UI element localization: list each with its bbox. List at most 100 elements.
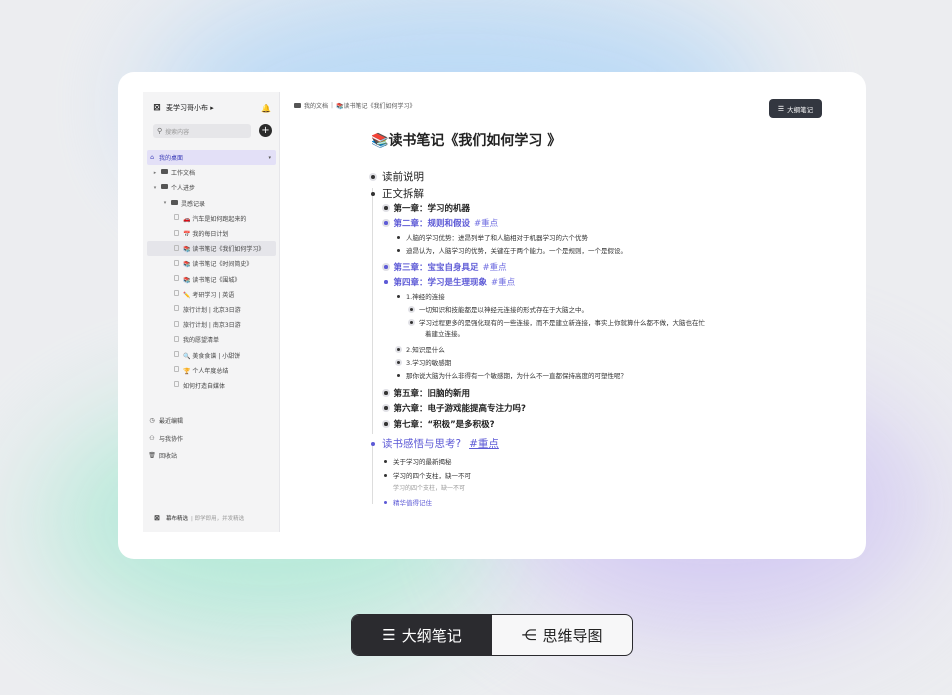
breadcrumb-current[interactable]: 📚读书笔记《我们如何学习》 [336, 101, 416, 110]
outline-node[interactable]: 正文拆解 [371, 186, 424, 201]
outline-node[interactable]: 第五章：旧脑的新用 [384, 387, 470, 399]
outline-node[interactable]: 第七章：“积极”是多积极? [384, 418, 495, 430]
document-icon [173, 381, 179, 388]
document-icon [173, 244, 179, 251]
outline-note: 学习的四个支柱，缺一不可 [393, 485, 466, 492]
document-icon [173, 229, 179, 236]
mindmap-icon: ⋲ [521, 626, 537, 644]
outline-node[interactable]: 第四章：学习是生理现象 #重点 [384, 276, 515, 288]
chevron-down-icon[interactable]: ▾ [268, 155, 271, 161]
outline-node[interactable]: 一切知识和技能都是以神经元连接的形式存在于大脑之中。 [410, 304, 588, 314]
outline-note-button[interactable]: ☰ 大纲笔记 [769, 99, 822, 118]
sidebar-item-doc[interactable]: ✏️ 考研学习 | 英语 [147, 287, 276, 302]
sidebar-item-doc[interactable]: 📚 读书笔记《时间简史》 [147, 256, 276, 271]
outline-node[interactable]: 迪昂认为，人脑学习的优势，关键在于两个能力。一个是规则，一个是假设。 [397, 245, 627, 255]
outline-node[interactable]: 第六章：电子游戏能提高专注力吗? [384, 402, 526, 414]
sidebar-item-work-docs[interactable]: ▸ 工作文档 [147, 165, 276, 180]
folder-icon [160, 184, 168, 190]
sidebar-item-collab[interactable]: ⚇ 与我协作 [147, 430, 276, 448]
clock-icon: ◷ [149, 417, 155, 425]
outline-node[interactable]: 人脑的学习优势：进昂列举了和人脑相对于机器学习的六个优势 [397, 232, 588, 242]
sidebar-item-doc[interactable]: 🔍 美食食谱 | 小甜饼 [147, 347, 276, 362]
outline-node-continued: 着建立连接。 [425, 330, 464, 338]
bullet-icon [384, 265, 388, 269]
bullet-icon [384, 422, 388, 426]
page-title: 📚读书笔记《我们如何学习 》 [371, 133, 562, 149]
outline-node[interactable]: 第二章：规则和假设 #重点 [384, 217, 498, 229]
chevron-down-icon[interactable]: ▾ [151, 185, 159, 191]
bullet-icon [371, 191, 375, 196]
document-icon [173, 366, 179, 373]
bell-icon[interactable]: 🔔 [261, 104, 271, 113]
bullet-icon [410, 307, 413, 311]
bullet-icon [384, 391, 388, 395]
tag-important: #重点 [482, 263, 507, 273]
sidebar-item-doc[interactable]: 旅行计划 | 北京3日游 [147, 302, 276, 317]
tab-outline[interactable]: ☰ 大纲笔记 [352, 615, 492, 655]
sidebar-item-recent[interactable]: ◷ 最近编辑 [147, 412, 276, 430]
outline-node[interactable]: 第一章：学习的机器 [384, 202, 470, 214]
document-icon [173, 305, 179, 312]
sidebar-item-doc[interactable]: 📚 读书笔记《围城》 [147, 272, 276, 287]
sidebar-item-doc[interactable]: 旅行计划 | 南京3日游 [147, 317, 276, 332]
outline-node[interactable]: 读前说明 [371, 169, 424, 184]
bullet-icon [384, 500, 387, 504]
sidebar-bottom-nav: ◷ 最近编辑 ⚇ 与我协作 🗑 回收站 [147, 412, 276, 465]
app-logo-icon: ⊠ [153, 103, 161, 113]
sidebar-item-doc-selected[interactable]: 📚 读书笔记《我们如何学习》 [147, 241, 276, 257]
sidebar-item-trash[interactable]: 🗑 回收站 [147, 447, 276, 465]
breadcrumb-root[interactable]: 我的文档 [304, 101, 328, 110]
outline-node[interactable]: 2.知识是什么 [397, 344, 445, 354]
file-tree: ⌂ 我的桌面 ▾ ▸ 工作文档 ▾ 个人进步 ▾ 灵感记录 🚗 汽车是如何跑起来… [147, 150, 276, 393]
tag-important: #重点 [469, 438, 499, 450]
outline-node[interactable]: 关于学习的最新揭秘 [384, 456, 452, 466]
bullet-icon [384, 406, 388, 410]
document-icon [173, 275, 179, 282]
workspace-name[interactable]: 麦学习哥小布 ▸ [166, 103, 261, 113]
tag-important: #重点 [474, 219, 499, 229]
search-input[interactable]: ⚲ 搜索内容 [153, 124, 251, 138]
outline-node[interactable]: 学习过程更多的是强化现有的一些连接，而不是建立新连接，事实上你就算什么都不做，大… [410, 317, 705, 327]
bullet-icon [410, 320, 413, 324]
bullet-icon [384, 473, 387, 477]
outline-node[interactable]: 学习的四个支柱，缺一不可 [384, 470, 471, 480]
breadcrumb: 我的文档 | 📚读书笔记《我们如何学习》 [294, 101, 416, 110]
bullet-icon [397, 235, 400, 239]
sidebar-footer[interactable]: ⊠ 幕布精选 | 即学即用，并发精选 [151, 514, 244, 522]
sidebar-item-inspiration[interactable]: ▾ 灵感记录 [147, 196, 276, 211]
outline-node[interactable]: 那你说大脑为什么非得有一个敏感期，为什么不一直都保持高度的可塑性呢？ [397, 370, 627, 380]
bullet-icon [384, 221, 388, 225]
bullet-icon [397, 294, 400, 298]
chevron-right-icon[interactable]: ▸ [151, 170, 159, 176]
document-icon [173, 290, 179, 297]
sidebar-item-doc[interactable]: 📅 我的每日计划 [147, 226, 276, 241]
bullet-icon [397, 360, 400, 364]
collab-icon: ⚇ [149, 434, 155, 442]
outline-node[interactable]: 3.学习的敏感期 [397, 357, 451, 367]
chevron-down-icon[interactable]: ▾ [161, 200, 169, 206]
sidebar-item-doc[interactable]: 如何打造自媒体 [147, 378, 276, 393]
tag-important: #重点 [491, 278, 516, 288]
search-icon: ⚲ [157, 127, 163, 135]
sidebar-item-doc[interactable]: 我的愿望清单 [147, 332, 276, 347]
bullet-icon [384, 206, 388, 210]
bullet-icon [371, 174, 375, 179]
sidebar-item-doc[interactable]: 🚗 汽车是如何跑起来的 [147, 211, 276, 226]
outline-node[interactable]: 读书感悟与思考? #重点 [371, 436, 499, 451]
sidebar-item-personal[interactable]: ▾ 个人进步 [147, 180, 276, 195]
view-switcher: ☰ 大纲笔记 ⋲ 思维导图 [351, 614, 633, 656]
bullet-icon [397, 347, 400, 351]
tab-mindmap[interactable]: ⋲ 思维导图 [492, 615, 632, 655]
bullet-icon [384, 459, 387, 463]
outline-node[interactable]: 精华值得记住 [384, 497, 432, 507]
document-icon [173, 259, 179, 266]
bullet-icon [397, 373, 400, 377]
sidebar-item-doc[interactable]: 🏆 个人年度总结 [147, 363, 276, 378]
app-window: ⊠ 麦学习哥小布 ▸ 🔔 ⚲ 搜索内容 + ⌂ 我的桌面 ▾ ▸ 工作文档 ▾ … [118, 72, 866, 559]
sidebar: ⊠ 麦学习哥小布 ▸ 🔔 ⚲ 搜索内容 + ⌂ 我的桌面 ▾ ▸ 工作文档 ▾ … [143, 92, 280, 532]
outline-node[interactable]: 1.神经的连接 [397, 291, 445, 301]
trash-icon: 🗑 [148, 452, 156, 460]
sidebar-item-my-desktop[interactable]: ⌂ 我的桌面 ▾ [147, 150, 276, 166]
add-button[interactable]: + [259, 124, 272, 137]
outline-node[interactable]: 第三章：宝宝自身具足 #重点 [384, 261, 507, 273]
